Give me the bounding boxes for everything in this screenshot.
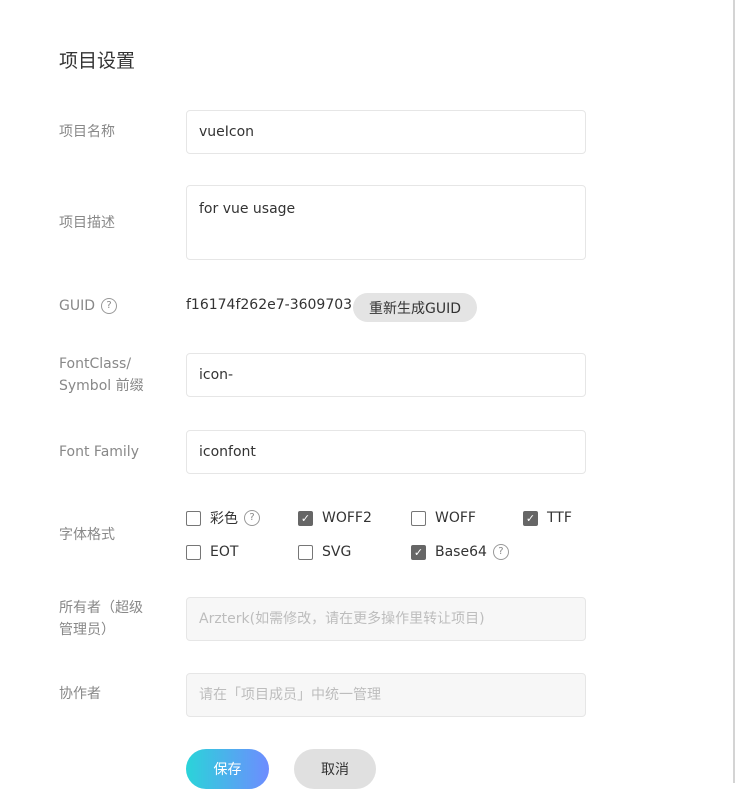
regenerate-guid-button[interactable]: 重新生成GUID bbox=[353, 293, 478, 322]
format-label: TTF bbox=[547, 510, 572, 526]
checkbox-box[interactable] bbox=[298, 510, 313, 526]
label-prefix: FontClass/ Symbol 前缀 bbox=[59, 353, 144, 397]
project-name-input[interactable] bbox=[186, 110, 586, 154]
label-font-formats: 字体格式 bbox=[59, 527, 115, 543]
checkbox-box[interactable] bbox=[186, 544, 201, 560]
label-guid-text: GUID bbox=[59, 298, 96, 314]
guid-value: f16174f262e7-3609703 bbox=[186, 297, 353, 313]
font-family-input[interactable] bbox=[186, 430, 586, 474]
guid-help-icon[interactable]: ? bbox=[101, 298, 118, 314]
cancel-button[interactable]: 取消 bbox=[294, 749, 376, 789]
label-prefix-line2: Symbol 前缀 bbox=[59, 378, 144, 394]
label-owner-line2: 管理员） bbox=[59, 622, 115, 638]
format-label: WOFF bbox=[435, 510, 476, 526]
format-label: WOFF2 bbox=[322, 510, 372, 526]
label-project-desc: 项目描述 bbox=[59, 215, 115, 231]
label-prefix-line1: FontClass/ bbox=[59, 356, 132, 372]
color-help-icon[interactable]: ? bbox=[244, 510, 260, 526]
label-font-family: Font Family bbox=[59, 444, 139, 460]
save-button[interactable]: 保存 bbox=[186, 749, 269, 789]
format-color-checkbox[interactable]: 彩色 ? bbox=[186, 508, 260, 528]
prefix-input[interactable] bbox=[186, 353, 586, 397]
checkbox-box[interactable] bbox=[186, 510, 201, 526]
page-title: 项目设置 bbox=[59, 50, 136, 72]
format-label: Base64 bbox=[435, 544, 487, 560]
checkbox-box[interactable] bbox=[411, 544, 426, 560]
checkbox-box[interactable] bbox=[298, 544, 313, 560]
format-woff-checkbox[interactable]: WOFF bbox=[411, 508, 476, 528]
format-svg-checkbox[interactable]: SVG bbox=[298, 542, 351, 562]
format-label: 彩色 bbox=[210, 511, 238, 527]
label-owner-line1: 所有者（超级 bbox=[59, 600, 143, 616]
format-eot-checkbox[interactable]: EOT bbox=[186, 542, 238, 562]
checkbox-box[interactable] bbox=[411, 510, 426, 526]
collaborators-input bbox=[186, 673, 586, 717]
owner-input bbox=[186, 597, 586, 641]
format-woff2-checkbox[interactable]: WOFF2 bbox=[298, 508, 372, 528]
format-label: EOT bbox=[210, 544, 239, 560]
label-collaborators: 协作者 bbox=[59, 686, 101, 702]
format-ttf-checkbox[interactable]: TTF bbox=[523, 508, 572, 528]
label-project-name: 项目名称 bbox=[59, 124, 115, 140]
label-owner: 所有者（超级 管理员） bbox=[59, 597, 143, 641]
format-label: SVG bbox=[322, 544, 352, 560]
checkbox-box[interactable] bbox=[523, 510, 538, 526]
format-base64-checkbox[interactable]: Base64 ? bbox=[411, 542, 509, 562]
project-desc-textarea[interactable]: for vue usage bbox=[186, 185, 586, 260]
base64-help-icon[interactable]: ? bbox=[492, 544, 509, 560]
label-guid: GUID? bbox=[59, 295, 118, 317]
